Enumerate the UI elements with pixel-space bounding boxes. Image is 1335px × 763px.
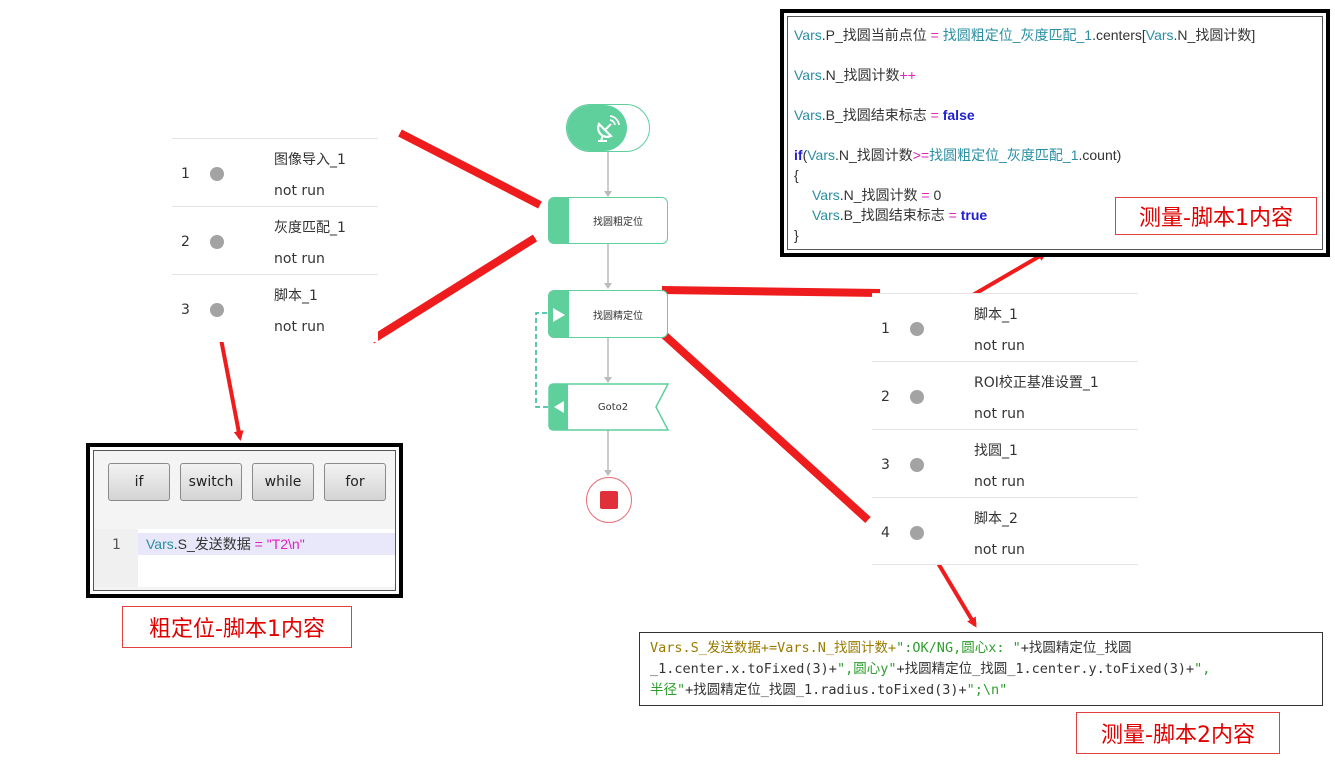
- list-item-name: 脚本_2: [974, 511, 1018, 527]
- code-line-3: 半径"+找圆精定位_找圆_1.radius.toFixed(3)+";\n": [650, 682, 1008, 698]
- switch-button[interactable]: switch: [180, 463, 242, 501]
- code-line-2: Vars.N_找圆计数++: [794, 67, 916, 83]
- list-item[interactable]: 1 脚本_1 not run: [872, 293, 1138, 361]
- status-dot: [910, 322, 924, 336]
- start-node[interactable]: [566, 104, 650, 152]
- while-button[interactable]: while: [252, 463, 314, 501]
- list-item-status: not run: [274, 319, 325, 335]
- play-triangle-icon: [553, 308, 565, 322]
- code-line-1: Vars.P_找圆当前点位 = 找圆粗定位_灰度匹配_1.centers[Var…: [794, 27, 1256, 43]
- list-item-number: 3: [181, 302, 190, 318]
- flow-node-goto[interactable]: Goto2: [548, 383, 670, 431]
- list-item-status: not run: [974, 338, 1025, 354]
- measure-script2-panel: Vars.S_发送数据+=Vars.N_找圆计数+":OK/NG,圆心x: "+…: [639, 632, 1323, 706]
- measure-script1-caption: 测量-脚本1内容: [1115, 197, 1317, 235]
- list-item[interactable]: 1 图像导入_1 not run: [172, 138, 378, 206]
- status-dot: [210, 235, 224, 249]
- line-number: 1: [112, 537, 121, 553]
- code-line-3: Vars.B_找圆结束标志 = false: [794, 107, 975, 123]
- status-dot: [210, 303, 224, 317]
- list-item-status: not run: [974, 474, 1025, 490]
- status-dot: [210, 167, 224, 181]
- for-button[interactable]: for: [324, 463, 386, 501]
- if-button[interactable]: if: [108, 463, 170, 501]
- flow-node-coarse[interactable]: 找圆粗定位: [548, 197, 668, 244]
- list-item[interactable]: 2 灰度匹配_1 not run: [172, 206, 378, 274]
- list-item-name: ROI校正基准设置_1: [974, 375, 1099, 391]
- list-item-number: 2: [181, 234, 190, 250]
- measure-script1-panel: Vars.P_找圆当前点位 = 找圆粗定位_灰度匹配_1.centers[Var…: [780, 9, 1330, 257]
- list-item-name: 脚本_1: [274, 288, 318, 304]
- list-item-name: 脚本_1: [974, 307, 1018, 323]
- list-item[interactable]: 4 脚本_2 not run: [872, 497, 1138, 565]
- code-line-2: _1.center.x.toFixed(3)+",圆心y"+找圆精定位_找圆_1…: [650, 661, 1211, 677]
- coarse-script-panel: if switch while for 1 Vars.S_发送数据 = "T2\…: [86, 443, 403, 598]
- list-item-status: not run: [974, 542, 1025, 558]
- code-line-1: Vars.S_发送数据+=Vars.N_找圆计数+":OK/NG,圆心x: "+…: [650, 640, 1132, 656]
- list-item-status: not run: [274, 183, 325, 199]
- code-line-1: Vars.S_发送数据 = "T2\n": [138, 533, 395, 555]
- list-item[interactable]: 3 找圆_1 not run: [872, 429, 1138, 497]
- list-item[interactable]: 2 ROI校正基准设置_1 not run: [872, 361, 1138, 429]
- list-item-status: not run: [274, 251, 325, 267]
- list-item-number: 3: [881, 457, 890, 473]
- list-item-status: not run: [974, 406, 1025, 422]
- flow-node-coarse-label: 找圆粗定位: [593, 217, 643, 228]
- list-item-number: 4: [881, 525, 890, 541]
- code-line-8: }: [794, 227, 799, 243]
- code-line-5: {: [794, 167, 799, 183]
- end-node[interactable]: [586, 477, 632, 523]
- code-line-4: if(Vars.N_找圆计数>=找圆粗定位_灰度匹配_1.count): [794, 147, 1122, 163]
- list-item-number: 1: [881, 321, 890, 337]
- flow-node-fine[interactable]: 找圆精定位: [548, 290, 668, 338]
- status-dot: [910, 458, 924, 472]
- list-item-name: 灰度匹配_1: [274, 220, 346, 236]
- list-item-number: 2: [881, 389, 890, 405]
- flow-node-fine-label: 找圆精定位: [593, 310, 643, 322]
- flow-node-goto-label: Goto2: [597, 401, 629, 413]
- code-line-7: Vars.B_找圆结束标志 = true: [812, 207, 988, 223]
- status-dot: [910, 526, 924, 540]
- stop-square-icon: [600, 491, 618, 509]
- measure-script2-caption: 测量-脚本2内容: [1076, 712, 1280, 754]
- list-item-name: 图像导入_1: [274, 152, 346, 168]
- status-dot: [910, 390, 924, 404]
- coarse-module-list: 1 图像导入_1 not run 2 灰度匹配_1 not run 3 脚本_1…: [172, 138, 378, 342]
- code-editor[interactable]: 1 Vars.S_发送数据 = "T2\n": [94, 529, 395, 587]
- fine-module-list: 1 脚本_1 not run 2 ROI校正基准设置_1 not run 3 找…: [872, 293, 1138, 565]
- list-item[interactable]: 3 脚本_1 not run: [172, 274, 378, 342]
- list-item-name: 找圆_1: [974, 443, 1018, 459]
- satellite-dish-icon: [597, 115, 620, 142]
- code-line-6: Vars.N_找圆计数 = 0: [812, 187, 942, 203]
- list-item-number: 1: [181, 166, 190, 182]
- coarse-script-caption: 粗定位-脚本1内容: [122, 606, 352, 648]
